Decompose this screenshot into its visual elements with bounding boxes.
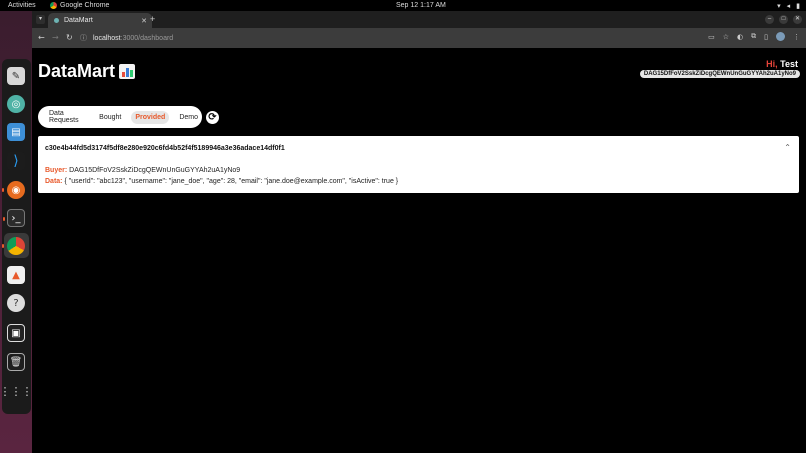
- browser-window: ▾ DataMart ✕ + – □ ✕ ← → ↻ ⓘ localhost:3…: [32, 11, 806, 453]
- network-icon: ▾: [777, 2, 781, 10]
- wallet-address-badge[interactable]: DAG15DfFoV2SskZiDcgQEWnUnGuGYYAh2uA1yNo9: [639, 70, 800, 78]
- app-menu[interactable]: Google Chrome: [50, 2, 109, 9]
- record-hash[interactable]: c30e4b44fd5d3174f5df8e280e920c6fd4b52f4f…: [45, 145, 285, 152]
- reload-icon[interactable]: ↻: [66, 33, 73, 42]
- dock: ✎ ◎ ▤ ⟩ ◉ ›_ ▲ ? ▣ 🗑 ⋮⋮⋮: [0, 11, 33, 453]
- tab-search-icon[interactable]: ▾: [36, 15, 45, 24]
- tab-bought[interactable]: Bought: [95, 111, 125, 124]
- profile-avatar[interactable]: [776, 32, 785, 41]
- buyer-value: DAG15DfFoV2SskZiDcgQEWnUnGuGYYAh2uA1yNo9: [69, 167, 241, 174]
- url-host: localhost: [93, 34, 121, 42]
- url-path: :3000/dashboard: [120, 34, 174, 42]
- favicon-icon: [54, 18, 59, 23]
- page-content: DataMart Hi, Test DAG15DfFoV2SskZiDcgQEW…: [32, 48, 806, 453]
- chrome-dock-icon[interactable]: [2, 237, 25, 255]
- buyer-label: Buyer:: [45, 167, 68, 174]
- user-greeting: Hi, Test: [766, 59, 798, 69]
- extensions-icon[interactable]: ⧉: [751, 32, 756, 41]
- minimize-icon[interactable]: –: [765, 15, 774, 24]
- new-tab-button[interactable]: +: [150, 14, 155, 24]
- system-top-bar: Activities Google Chrome Sep 12 1:17 AM …: [0, 0, 806, 11]
- address-bar[interactable]: ⓘ localhost:3000/dashboard: [80, 31, 760, 45]
- terminal-icon[interactable]: ›_: [3, 209, 25, 227]
- chrome-icon: [50, 2, 57, 9]
- show-apps-icon[interactable]: ⋮⋮⋮: [0, 382, 33, 400]
- trash-icon[interactable]: 🗑: [7, 353, 25, 371]
- bookmark-star-icon[interactable]: ☆: [723, 33, 729, 41]
- tab-provided[interactable]: Provided: [131, 110, 170, 124]
- side-panel-icon[interactable]: ▯: [764, 33, 768, 41]
- close-tab-icon[interactable]: ✕: [141, 17, 147, 25]
- tab-data-requests[interactable]: Data Requests: [45, 107, 89, 127]
- data-label: Data:: [45, 178, 63, 185]
- provided-record-card: c30e4b44fd5d3174f5df8e280e920c6fd4b52f4f…: [38, 136, 799, 193]
- account-icon[interactable]: ◐: [737, 33, 743, 41]
- app-logo[interactable]: DataMart: [38, 61, 136, 82]
- data-row: Data: { "userId": "abc123", "username": …: [45, 178, 398, 185]
- document-viewer-icon[interactable]: ▤: [7, 123, 25, 141]
- power-icon: ▮: [796, 2, 800, 10]
- tab-title: DataMart: [64, 17, 93, 24]
- text-editor-icon[interactable]: ✎: [7, 67, 25, 85]
- data-value: { "userId": "abc123", "username": "jane_…: [64, 178, 399, 185]
- help-icon[interactable]: ?: [7, 294, 25, 312]
- back-icon[interactable]: ←: [38, 33, 45, 42]
- firefox-icon[interactable]: ◉: [2, 181, 25, 199]
- volume-icon: ◂: [786, 2, 791, 10]
- menu-icon[interactable]: ⋮: [793, 33, 800, 41]
- browser-toolbar: ← → ↻ ⓘ localhost:3000/dashboard ▭ ☆ ◐ ⧉…: [32, 28, 806, 48]
- cast-icon[interactable]: ▭: [708, 33, 715, 41]
- refresh-icon[interactable]: ⟳: [206, 111, 219, 124]
- toolbar-actions: ▭ ☆ ◐ ⧉ ▯ ⋮: [708, 32, 800, 41]
- tab-datamart[interactable]: DataMart ✕: [48, 13, 152, 28]
- app-menu-label: Google Chrome: [60, 2, 110, 9]
- tab-demo[interactable]: Demo: [175, 111, 202, 124]
- bar-chart-icon: [119, 64, 136, 79]
- forward-icon[interactable]: →: [52, 33, 59, 42]
- tab-strip: ▾ DataMart ✕ + – □ ✕: [32, 11, 806, 28]
- system-tray[interactable]: ▾ ◂ ▮: [777, 2, 800, 10]
- settings-icon[interactable]: ◎: [7, 95, 25, 113]
- site-info-icon[interactable]: ⓘ: [80, 33, 87, 43]
- maximize-icon[interactable]: □: [779, 15, 788, 24]
- software-store-icon[interactable]: ▲: [7, 266, 25, 284]
- dashboard-nav: Data Requests Bought Provided Demo: [38, 106, 202, 128]
- window-controls: – □ ✕: [765, 15, 802, 24]
- chevron-up-icon[interactable]: ⌃: [784, 143, 791, 152]
- clock[interactable]: Sep 12 1:17 AM: [396, 2, 446, 9]
- user-name: Test: [780, 59, 798, 69]
- greeting-hi: Hi,: [766, 59, 778, 69]
- chip-app-icon[interactable]: ▣: [7, 324, 25, 342]
- activities-button[interactable]: Activities: [8, 2, 36, 9]
- buyer-row: Buyer: DAG15DfFoV2SskZiDcgQEWnUnGuGYYAh2…: [45, 167, 240, 174]
- vscode-icon[interactable]: ⟩: [7, 152, 25, 170]
- close-window-icon[interactable]: ✕: [793, 15, 802, 24]
- logo-text: DataMart: [38, 61, 116, 81]
